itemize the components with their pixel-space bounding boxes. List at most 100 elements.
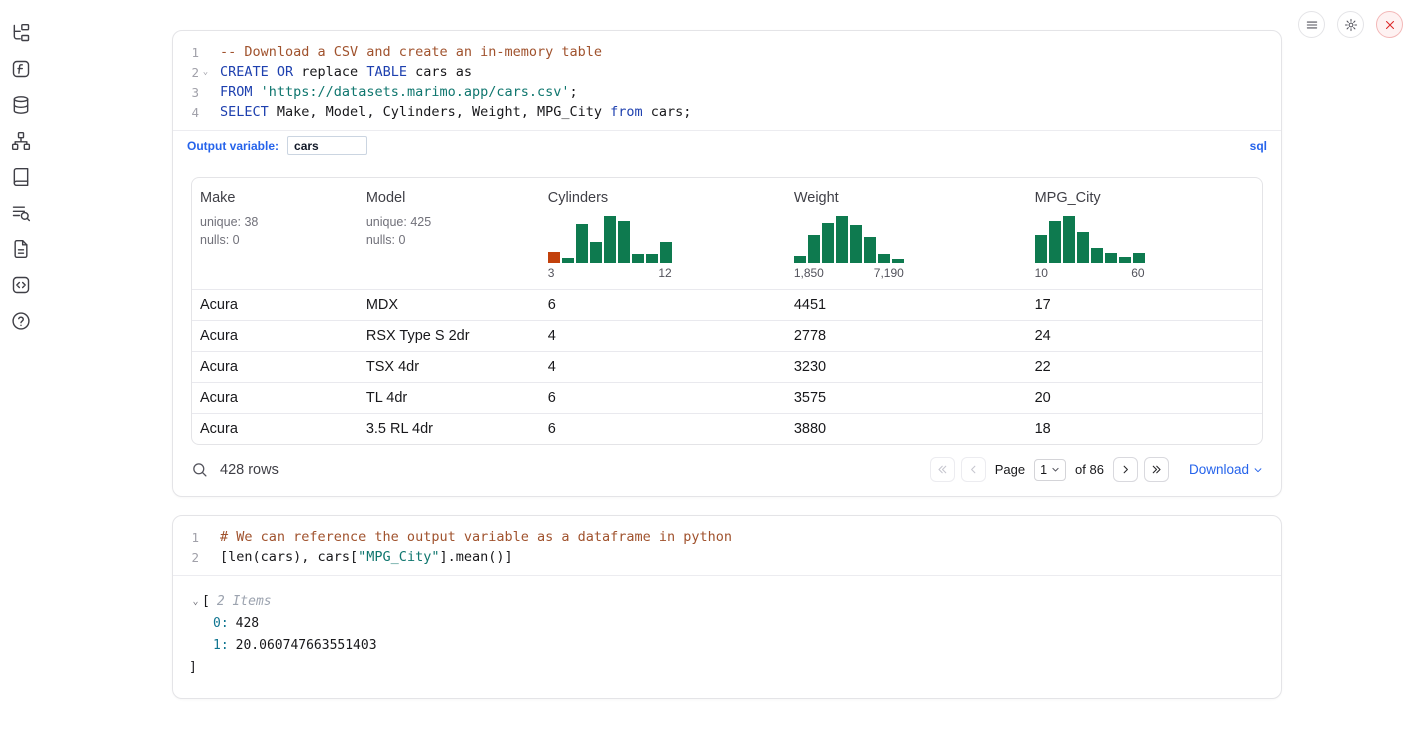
chevrons-left-icon (936, 463, 949, 476)
page-select[interactable]: 1 (1034, 459, 1066, 481)
sql-code-editor[interactable]: 1 -- Download a CSV and create an in-memo… (173, 31, 1281, 130)
histogram-range: 1,850 7,190 (794, 266, 904, 280)
code-text: # We can reference the output variable a… (212, 529, 732, 545)
database-icon[interactable] (8, 92, 34, 118)
histogram-bar (878, 254, 890, 263)
histogram-range: 312 (548, 266, 672, 280)
prev-page-button[interactable] (961, 457, 986, 482)
list-search-icon[interactable] (8, 200, 34, 226)
output-variable-input[interactable] (287, 136, 367, 155)
table-cell: 3.5 RL 4dr (358, 414, 540, 445)
column-header[interactable]: Modelunique: 425nulls: 0 (358, 178, 540, 290)
next-page-button[interactable] (1113, 457, 1138, 482)
histogram-bars (1035, 216, 1145, 263)
table-cell: MDX (358, 290, 540, 321)
function-icon[interactable] (8, 56, 34, 82)
table-cell: 3230 (786, 352, 1027, 383)
book-icon[interactable] (8, 164, 34, 190)
cell-meta-row: Output variable: sql (173, 130, 1281, 163)
items-count-label: 2 Items (217, 594, 272, 609)
code-square-icon[interactable] (8, 272, 34, 298)
code-line[interactable]: 2⌄CREATE OR replace TABLE cars as (173, 62, 1281, 82)
line-number: 3 (173, 85, 199, 100)
histogram-bar (1049, 221, 1061, 263)
table-cell: RSX Type S 2dr (358, 321, 540, 352)
first-page-button[interactable] (930, 457, 955, 482)
row-count: 428 rows (220, 462, 279, 478)
table-cell: 3575 (786, 383, 1027, 414)
histogram-max: 12 (658, 266, 671, 280)
code-token: replace (293, 64, 366, 80)
table-cell: 4 (540, 321, 786, 352)
histogram-bar (1091, 248, 1103, 264)
download-label: Download (1189, 462, 1249, 477)
data-table-card: Makeunique: 38nulls: 0Modelunique: 425nu… (191, 177, 1263, 445)
line-number: 1 (173, 45, 199, 60)
histogram-bar (1119, 257, 1131, 263)
table-row: AcuraTSX 4dr4323022 (192, 352, 1262, 383)
page-select-value: 1 (1040, 463, 1047, 477)
python-cell: 1# We can reference the output variable … (172, 515, 1282, 699)
stat-line: unique: 38 (200, 214, 350, 232)
chevron-down-icon[interactable]: ⌄ (189, 596, 202, 607)
table-cell: 3880 (786, 414, 1027, 445)
column-header[interactable]: Makeunique: 38nulls: 0 (192, 178, 358, 290)
menu-button[interactable] (1298, 11, 1325, 38)
python-code-editor[interactable]: 1# We can reference the output variable … (173, 516, 1281, 575)
histogram-bar (864, 237, 876, 263)
code-line[interactable]: 2[len(cars), cars["MPG_City"].mean()] (173, 547, 1281, 567)
tree-entry-value: 428 (236, 616, 259, 631)
table-cell: 4451 (786, 290, 1027, 321)
table-cell: TL 4dr (358, 383, 540, 414)
histogram-min: 10 (1035, 266, 1048, 280)
last-page-button[interactable] (1144, 457, 1169, 482)
column-label: Cylinders (548, 190, 778, 206)
open-bracket: [ (202, 594, 210, 609)
histogram-bar (660, 242, 672, 263)
code-token: ].mean()] (439, 549, 512, 565)
language-badge: sql (1250, 139, 1267, 153)
gear-icon (1344, 18, 1358, 32)
code-token: 'https://datasets.marimo.app/cars.csv' (261, 84, 570, 100)
column-header[interactable]: Weight1,8507,190 (786, 178, 1027, 290)
code-token: cars as (407, 64, 472, 80)
table-cell: TSX 4dr (358, 352, 540, 383)
histogram-bar (1063, 216, 1075, 263)
column-header[interactable]: Cylinders 312 (540, 178, 786, 290)
search-icon[interactable] (191, 461, 208, 478)
table-cell: 6 (540, 290, 786, 321)
document-icon[interactable] (8, 236, 34, 262)
graph-icon[interactable] (8, 128, 34, 154)
stat-line: nulls: 0 (200, 232, 350, 250)
histogram-bar (822, 223, 834, 263)
code-line[interactable]: 3FROM 'https://datasets.marimo.app/cars.… (173, 82, 1281, 102)
histogram-bar (632, 254, 644, 263)
help-icon[interactable] (8, 308, 34, 334)
shutdown-button[interactable] (1376, 11, 1403, 38)
code-token: "MPG_City" (358, 549, 439, 565)
data-table: Makeunique: 38nulls: 0Modelunique: 425nu… (192, 178, 1262, 444)
code-line[interactable]: 1 -- Download a CSV and create an in-memo… (173, 42, 1281, 62)
column-header[interactable]: MPG_City1060 (1027, 178, 1262, 290)
histogram-bar (604, 216, 616, 263)
fold-chevron-icon[interactable]: ⌄ (199, 67, 212, 77)
chevron-right-icon (1119, 463, 1132, 476)
table-cell: Acura (192, 352, 358, 383)
histogram-bar (808, 235, 820, 263)
close-bracket: ] (189, 660, 197, 675)
code-token (253, 84, 261, 100)
table-cell: Acura (192, 290, 358, 321)
notebook: 1 -- Download a CSV and create an in-memo… (172, 30, 1282, 699)
histogram-bar (1105, 253, 1117, 263)
code-token: cars; (643, 104, 692, 120)
code-line[interactable]: 1# We can reference the output variable … (173, 527, 1281, 547)
settings-button[interactable] (1337, 11, 1364, 38)
code-text: -- Download a CSV and create an in-memor… (212, 44, 602, 60)
histogram-max: 7,190 (874, 266, 904, 280)
histogram-bar (850, 225, 862, 263)
file-tree-icon[interactable] (8, 20, 34, 46)
code-line[interactable]: 4SELECT Make, Model, Cylinders, Weight, … (173, 102, 1281, 122)
code-text: SELECT Make, Model, Cylinders, Weight, M… (212, 104, 691, 120)
download-button[interactable]: Download (1189, 462, 1263, 477)
histogram-min: 1,850 (794, 266, 824, 280)
